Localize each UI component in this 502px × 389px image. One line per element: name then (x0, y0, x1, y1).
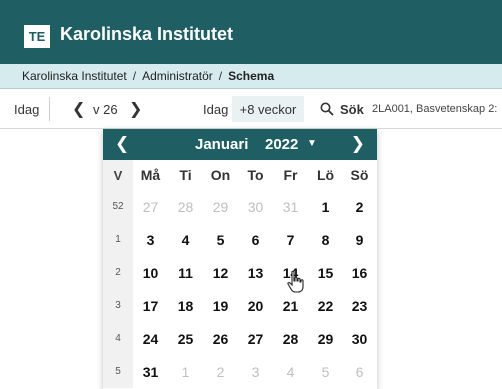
weekday-header: To (247, 167, 264, 183)
calendar-day[interactable]: 1 (308, 190, 343, 223)
calendar-day[interactable]: 26 (203, 322, 238, 355)
breadcrumb-separator: / (132, 69, 137, 83)
calendar-day-other-month[interactable]: 29 (203, 190, 238, 223)
breadcrumb: Karolinska Institutet / Administratör / … (0, 64, 502, 89)
calendar-day[interactable]: 3 (133, 223, 168, 256)
today-range-button[interactable]: Idag (203, 89, 228, 129)
calendar-day[interactable]: 8 (308, 223, 343, 256)
calendar-day[interactable]: 27 (238, 322, 273, 355)
calendar-day[interactable]: 22 (308, 289, 343, 322)
calendar-day[interactable]: 5 (203, 223, 238, 256)
calendar-day[interactable]: 9 (342, 223, 377, 256)
calendar-day-other-month[interactable]: 31 (273, 190, 308, 223)
search-value[interactable]: 2LA001, Basvetenskap 2: (372, 89, 497, 129)
calendar-day[interactable]: 25 (168, 322, 203, 355)
calendar-day-other-month[interactable]: 3 (238, 355, 273, 388)
weekday-header-row: V Må Ti On To Fr Lö Sö (103, 160, 377, 190)
today-button[interactable]: Idag (14, 97, 51, 121)
calendar-day[interactable]: 2 (342, 190, 377, 223)
calendar-grid: V Må Ti On To Fr Lö Sö 52 27 28 29 30 31 1 2 1 3 4… (103, 160, 377, 388)
calendar-day-other-month[interactable]: 1 (168, 355, 203, 388)
week-number[interactable]: 52 (103, 190, 133, 223)
calendar-day[interactable]: 23 (342, 289, 377, 322)
calendar-day-other-month[interactable]: 27 (133, 190, 168, 223)
weekday-header: Må (140, 167, 161, 183)
calendar-day[interactable]: 19 (203, 289, 238, 322)
te-logo[interactable]: TE (24, 25, 50, 48)
calendar-day[interactable]: 7 (273, 223, 308, 256)
calendar-day-other-month[interactable]: 5 (308, 355, 343, 388)
plus-weeks-button[interactable]: +8 veckor (232, 96, 304, 122)
month-label[interactable]: Januari (195, 136, 248, 153)
calendar-day-other-month[interactable]: 6 (342, 355, 377, 388)
calendar-day[interactable]: 12 (203, 256, 238, 289)
search-label[interactable]: Sök (340, 89, 364, 129)
app-title[interactable]: Karolinska Institutet (60, 24, 233, 45)
app-header: TE Karolinska Institutet (0, 0, 502, 64)
breadcrumb-item-administrator[interactable]: Administratör (142, 69, 213, 83)
calendar-day[interactable]: 24 (133, 322, 168, 355)
prev-week-button[interactable]: ❮ (72, 89, 85, 129)
calendar-day[interactable]: 6 (238, 223, 273, 256)
weekday-header: On (210, 167, 231, 183)
calendar-week-row: 4 24 25 26 27 28 29 30 (103, 322, 377, 355)
weekday-header: Sö (350, 167, 369, 183)
week-number[interactable]: 3 (103, 289, 133, 322)
next-month-chevron-right-icon[interactable]: ❯ (351, 134, 365, 154)
hand-cursor-icon (286, 270, 306, 294)
calendar-day-other-month[interactable]: 4 (273, 355, 308, 388)
calendar-day[interactable]: 15 (308, 256, 343, 289)
weekday-header: Ti (179, 167, 192, 183)
calendar-day[interactable]: 10 (133, 256, 168, 289)
chevron-left-icon: ❮ (72, 101, 86, 118)
week-number[interactable]: 1 (103, 223, 133, 256)
weekday-header: Fr (283, 167, 298, 183)
calendar-day[interactable]: 31 (133, 355, 168, 388)
breadcrumb-item-karolinska[interactable]: Karolinska Institutet (22, 69, 127, 83)
calendar-day[interactable]: 30 (342, 322, 377, 355)
calendar-day[interactable]: 17 (133, 289, 168, 322)
week-number[interactable]: 5 (103, 355, 133, 388)
calendar-week-row: 3 17 18 19 20 21 22 23 (103, 289, 377, 322)
calendar-day[interactable]: 13 (238, 256, 273, 289)
weekday-header: Lö (316, 167, 335, 183)
calendar-day[interactable]: 29 (308, 322, 343, 355)
toolbar: Idag ❮ v 26 ❯ Idag +8 veckor Sök 2LA001,… (0, 89, 502, 129)
calendar-day[interactable]: 11 (168, 256, 203, 289)
caret-down-icon[interactable]: ▼ (307, 138, 317, 149)
week-column-header: V (103, 160, 133, 190)
week-number[interactable]: 2 (103, 256, 133, 289)
week-label[interactable]: v 26 (93, 89, 118, 129)
calendar-day[interactable]: 4 (168, 223, 203, 256)
calendar-day[interactable]: 28 (273, 322, 308, 355)
calendar-week-row: 2 10 11 12 13 14 15 16 (103, 256, 377, 289)
calendar-week-row: 52 27 28 29 30 31 1 2 (103, 190, 377, 223)
date-picker: ❮ Januari 2022 ▼ ❯ V Må Ti On To Fr Lö S… (103, 129, 377, 389)
calendar-day[interactable]: 16 (342, 256, 377, 289)
calendar-day-other-month[interactable]: 28 (168, 190, 203, 223)
year-label[interactable]: 2022 (265, 136, 298, 153)
week-number[interactable]: 4 (103, 322, 133, 355)
search-icon[interactable] (320, 89, 334, 129)
chevron-right-icon: ❯ (129, 101, 143, 118)
breadcrumb-separator: / (218, 69, 223, 83)
date-picker-header: ❮ Januari 2022 ▼ ❯ (103, 129, 377, 160)
calendar-day-other-month[interactable]: 2 (203, 355, 238, 388)
calendar-week-row: 13456789 (103, 223, 377, 256)
calendar-day[interactable]: 20 (238, 289, 273, 322)
calendar-day-other-month[interactable]: 30 (238, 190, 273, 223)
calendar-week-row: 5 31 1 2 3 4 5 6 (103, 355, 377, 388)
next-week-button[interactable]: ❯ (129, 89, 142, 129)
breadcrumb-current: Schema (228, 69, 275, 83)
calendar-day[interactable]: 18 (168, 289, 203, 322)
prev-month-chevron-left-icon[interactable]: ❮ (115, 134, 129, 154)
